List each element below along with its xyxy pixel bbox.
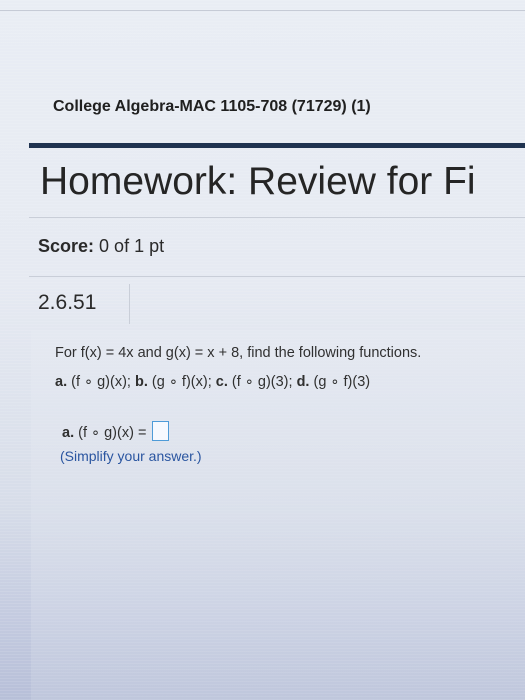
top-divider (0, 10, 525, 11)
part-c-letter: c. (215, 374, 228, 390)
part-c-expr: (f ∘ g)(3); (231, 374, 293, 390)
answer-input[interactable] (152, 421, 170, 441)
part-a-expr: (f ∘ g)(x); (71, 374, 131, 390)
part-b-expr: (g ∘ f)(x); (151, 374, 212, 390)
answer-expr: (f ∘ g)(x) = (78, 424, 147, 441)
question-parts: a. (f ∘ g)(x); b. (g ∘ f)(x); c. (f ∘ g)… (55, 374, 370, 390)
part-a-letter: a. (55, 374, 68, 390)
question-number-box: 2.6.51 (31, 284, 130, 324)
answer-part-letter: a. (62, 424, 75, 441)
course-title[interactable]: College Algebra-MAC 1105-708 (71729) (1) (53, 98, 371, 116)
question-number: 2.6.51 (38, 291, 97, 314)
part-d-letter: d. (296, 374, 310, 390)
page-title: Homework: Review for Fi (40, 160, 476, 203)
question-prompt: For f(x) = 4x and g(x) = x + 8, find the… (55, 345, 422, 361)
score-display: Score: 0 of 1 pt (38, 236, 164, 257)
score-label: Score: (38, 236, 95, 256)
simplify-hint: (Simplify your answer.) (60, 448, 202, 464)
score-value: 0 of 1 pt (99, 236, 165, 256)
part-d-expr: (g ∘ f)(3) (313, 374, 371, 390)
section-divider (29, 217, 525, 218)
answer-row: a. (f ∘ g)(x) = (62, 421, 170, 443)
part-b-letter: b. (134, 374, 148, 390)
section-divider (29, 276, 525, 277)
header-accent-bar (29, 143, 525, 148)
